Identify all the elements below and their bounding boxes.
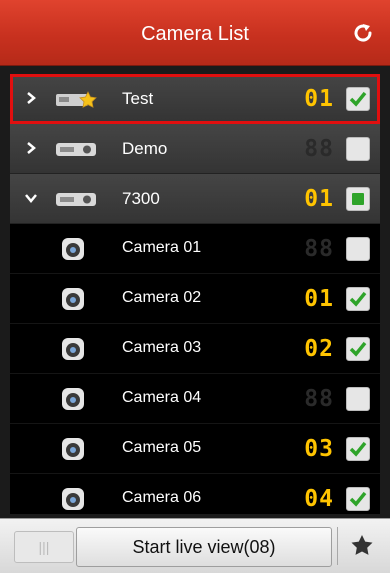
channel-number: 88 (304, 136, 334, 162)
camera-label: Camera 02 (122, 289, 202, 306)
camera-row[interactable]: Camera 03 02 (10, 324, 380, 374)
camera-label: Camera 05 (122, 439, 202, 456)
device-icon (56, 143, 96, 156)
camera-icon (62, 238, 84, 260)
camera-row[interactable]: Camera 02 01 (10, 274, 380, 324)
refresh-icon[interactable] (350, 20, 376, 46)
header-bar: Camera List (0, 0, 390, 66)
select-checkbox[interactable] (346, 237, 370, 261)
page-title: Camera List (141, 23, 249, 45)
start-live-view-button[interactable]: Start live view(08) (76, 527, 332, 567)
star-icon[interactable] (337, 527, 382, 565)
select-checkbox[interactable] (346, 287, 370, 311)
channel-number: 02 (304, 336, 334, 362)
select-checkbox[interactable] (346, 87, 370, 111)
channel-number: 01 (304, 86, 334, 112)
select-checkbox[interactable] (346, 387, 370, 411)
group-label: Demo (122, 139, 168, 158)
device-icon (56, 91, 97, 108)
group-row-7300[interactable]: 7300 01 (10, 174, 380, 224)
camera-row[interactable]: Camera 06 04 (10, 474, 380, 514)
camera-label: Camera 06 (122, 489, 202, 506)
group-label: Test (122, 89, 154, 108)
chevron-right-icon (27, 92, 36, 104)
channel-number: 88 (304, 386, 334, 412)
camera-label: Camera 04 (122, 389, 202, 406)
channel-number: 88 (304, 236, 334, 262)
camera-icon (62, 388, 84, 410)
select-checkbox[interactable] (346, 437, 370, 461)
select-checkbox[interactable] (346, 487, 370, 511)
chevron-right-icon (27, 142, 36, 154)
chevron-down-icon (25, 194, 37, 203)
select-checkbox[interactable] (346, 337, 370, 361)
camera-row[interactable]: Camera 04 88 (10, 374, 380, 424)
camera-label: Camera 03 (122, 339, 202, 356)
camera-row[interactable]: Camera 01 88 (10, 224, 380, 274)
select-checkbox[interactable] (346, 187, 370, 211)
footer-bar: ||| Start live view(08) (0, 518, 390, 573)
group-row-demo[interactable]: Demo 88 (10, 124, 380, 174)
group-row-test[interactable]: Test 01 (10, 74, 380, 124)
camera-row[interactable]: Camera 05 03 (10, 424, 380, 474)
camera-icon (62, 288, 84, 310)
camera-label: Camera 01 (122, 239, 202, 256)
camera-icon (62, 488, 84, 510)
device-icon (56, 193, 96, 206)
camera-list[interactable]: Test 01 Demo 88 7300 01 Camera 01 88 Cam… (10, 74, 380, 514)
drag-handle[interactable]: ||| (14, 531, 74, 563)
camera-list-screen: Camera List Test 01 Demo 88 7300 01 Came… (0, 0, 390, 573)
channel-number: 01 (304, 186, 334, 212)
group-label: 7300 (122, 189, 160, 208)
select-checkbox[interactable] (346, 137, 370, 161)
camera-icon (62, 438, 84, 460)
camera-icon (62, 338, 84, 360)
channel-number: 04 (304, 486, 334, 512)
channel-number: 03 (304, 436, 334, 462)
channel-number: 01 (304, 286, 334, 312)
